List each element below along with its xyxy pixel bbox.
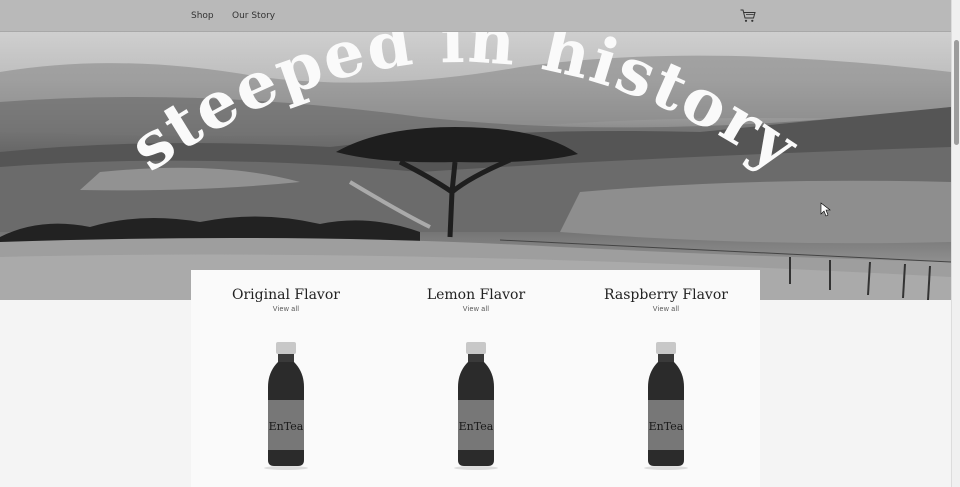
view-all-link[interactable]: View all <box>381 306 571 313</box>
page-scrollbar[interactable] <box>951 0 960 487</box>
nav-shop-link[interactable]: Shop <box>191 11 214 21</box>
bottle-brand-label: EnTea <box>269 420 304 433</box>
product-title[interactable]: Lemon Flavor <box>381 287 571 303</box>
bottle-brand-label: EnTea <box>649 420 684 433</box>
bottle-image[interactable]: EnTea <box>263 342 309 470</box>
top-navigation: Shop Our Story <box>0 0 951 32</box>
cart-icon[interactable] <box>740 9 756 23</box>
bottle-image[interactable]: EnTea <box>453 342 499 470</box>
scrollbar-thumb[interactable] <box>954 40 959 145</box>
hero-banner: steeped in history <box>0 32 951 300</box>
nav-our-story-link[interactable]: Our Story <box>232 11 275 21</box>
product-title[interactable]: Raspberry Flavor <box>571 287 761 303</box>
hero-landscape-image: steeped in history <box>0 32 951 300</box>
product-card: Lemon Flavor View all EnTea <box>381 270 571 487</box>
product-card: Original Flavor View all EnTea <box>191 270 381 487</box>
view-all-link[interactable]: View all <box>571 306 761 313</box>
product-title[interactable]: Original Flavor <box>191 287 381 303</box>
view-all-link[interactable]: View all <box>191 306 381 313</box>
bottle-brand-label: EnTea <box>459 420 494 433</box>
featured-collections-panel: Original Flavor View all EnTea Lemon Fla… <box>191 270 760 487</box>
bottle-image[interactable]: EnTea <box>643 342 689 470</box>
product-card: Raspberry Flavor View all EnTea <box>571 270 761 487</box>
